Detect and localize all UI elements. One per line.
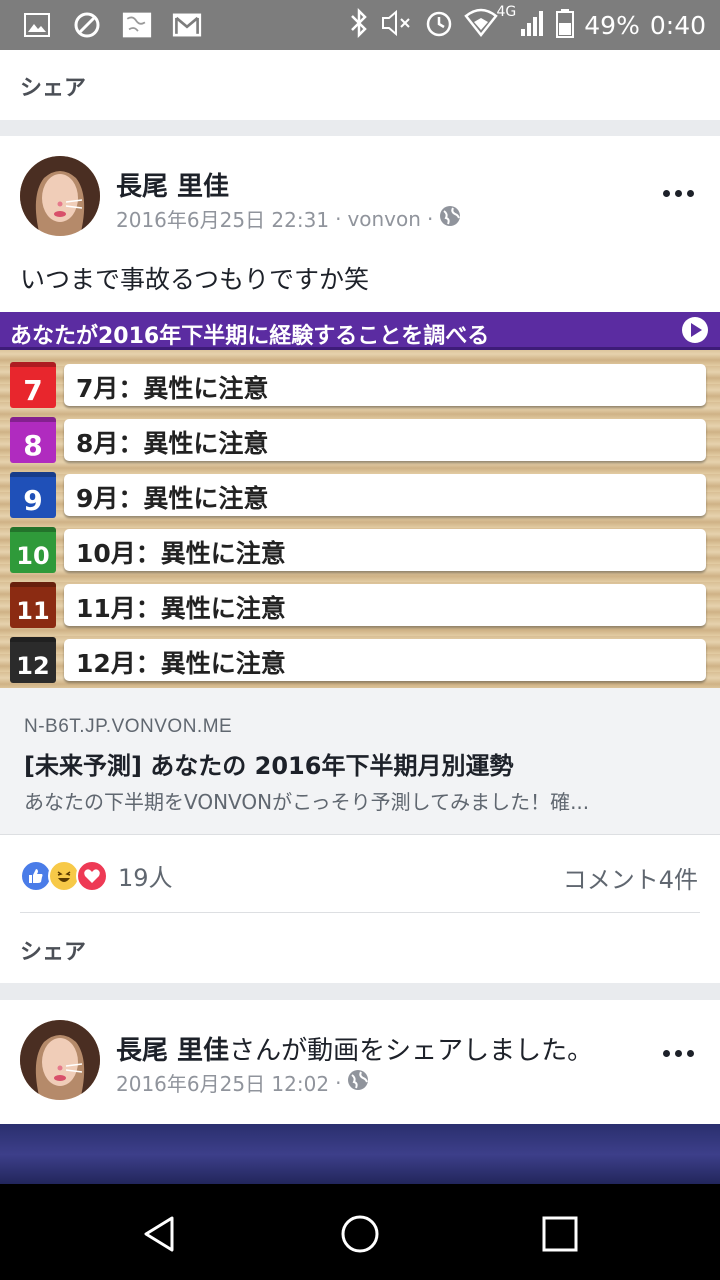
share-button[interactable]: シェア [20,934,86,966]
share-button[interactable]: シェア [20,70,86,102]
image-icon [22,10,52,40]
month-row: 12 12月：異性に注意 [0,635,720,685]
meta-separator: · [335,206,342,231]
signal-icon [520,9,546,41]
previous-post-footer: シェア [0,50,720,120]
calendar-icon: 7 [10,362,56,408]
meta-separator: · [335,1070,342,1095]
month-row: 8 8月：異性に注意 [0,415,720,465]
back-button[interactable] [138,1212,182,1256]
globe-icon [347,1069,369,1096]
month-label: 9月：異性に注意 [64,474,706,516]
battery-icon [556,8,575,42]
post-date[interactable]: 2016年6月25日 12:02 [116,1068,329,1097]
link-description: あなたの下半期をVONVONがこっそり予測してみました！確... [24,790,590,814]
author-name[interactable]: 長尾 里佳 [116,166,229,203]
alarm-icon [424,8,454,42]
clock: 0:40 [649,10,706,40]
month-label: 10月：異性に注意 [64,529,706,571]
play-icon [682,317,708,343]
link-domain: N-B6T.JP.VONVON.ME [24,716,233,737]
post-meta: 2016年6月25日 22:31 · vonvon · [116,204,461,233]
month-row: 10 10月：異性に注意 [0,525,720,575]
post-text: いつまで事故るつもりですか笑 [20,265,370,294]
calendar-icon: 12 [10,637,56,683]
app-icon [122,10,152,40]
love-reaction-icon [76,859,108,892]
calendar-icon: 9 [10,472,56,518]
dot-icon [687,1050,694,1057]
author-name[interactable]: 長尾 里佳 [116,1036,229,1066]
link-title: [未来予測] あなたの 2016年下半期月別運勢 [24,752,514,780]
avatar[interactable] [20,156,100,236]
post-headline: 長尾 里佳さんが動画をシェアしました。 [116,1030,593,1067]
dot-icon [663,1050,670,1057]
post-via[interactable]: vonvon [347,207,421,231]
dot-icon [675,1050,682,1057]
network-type: 4G [496,4,517,20]
home-button[interactable] [338,1212,382,1256]
month-row: 9 9月：異性に注意 [0,470,720,520]
post-image[interactable]: あなたが2016年下半期に経験することを調べる 7 7月：異性に注意 8 8月：異性に… [0,312,720,688]
block-icon [72,10,102,40]
avatar[interactable] [20,1020,100,1100]
month-label: 12月：異性に注意 [64,639,706,681]
status-bar: 4G 49% 0:40 [0,0,720,50]
reactions-summary[interactable]: 19人 [20,858,173,893]
meta-separator: · [426,206,434,231]
calendar-icon: 10 [10,527,56,573]
link-preview[interactable]: N-B6T.JP.VONVON.ME [未来予測] あなたの 2016年下半期月… [0,688,720,835]
post-action: さんが動画をシェアしました。 [229,1036,594,1066]
gmail-icon [172,10,202,40]
mute-icon [380,8,414,42]
month-row: 11 11月：異性に注意 [0,580,720,630]
month-label: 7月：異性に注意 [64,364,706,406]
more-options-button[interactable] [663,1050,694,1057]
more-options-button[interactable] [663,190,694,197]
video-thumbnail[interactable] [0,1124,720,1185]
reaction-count: 19人 [118,864,173,892]
calendar-icon: 11 [10,582,56,628]
divider [20,912,700,913]
post-date[interactable]: 2016年6月25日 22:31 [116,204,329,233]
post-card: 長尾 里佳 2016年6月25日 22:31 · vonvon · いつまで事故… [0,136,720,983]
calendar-icon: 8 [10,417,56,463]
recents-button[interactable] [538,1212,582,1256]
month-label: 11月：異性に注意 [64,584,706,626]
bluetooth-icon [348,7,370,42]
dot-icon [663,190,670,197]
dot-icon [687,190,694,197]
month-row: 7 7月：異性に注意 [0,360,720,410]
month-label: 8月：異性に注意 [64,419,706,461]
comments-count-link[interactable]: コメント4件 [563,860,698,895]
battery-level: 49% [584,10,640,40]
post-meta: 2016年6月25日 12:02 · [116,1068,369,1097]
globe-icon [439,205,461,232]
image-header-text: あなたが2016年下半期に経験することを調べる [10,324,490,349]
image-header: あなたが2016年下半期に経験することを調べる [0,312,720,350]
wifi-icon: 4G [464,4,516,42]
dot-icon [675,190,682,197]
navigation-bar [0,1184,720,1280]
